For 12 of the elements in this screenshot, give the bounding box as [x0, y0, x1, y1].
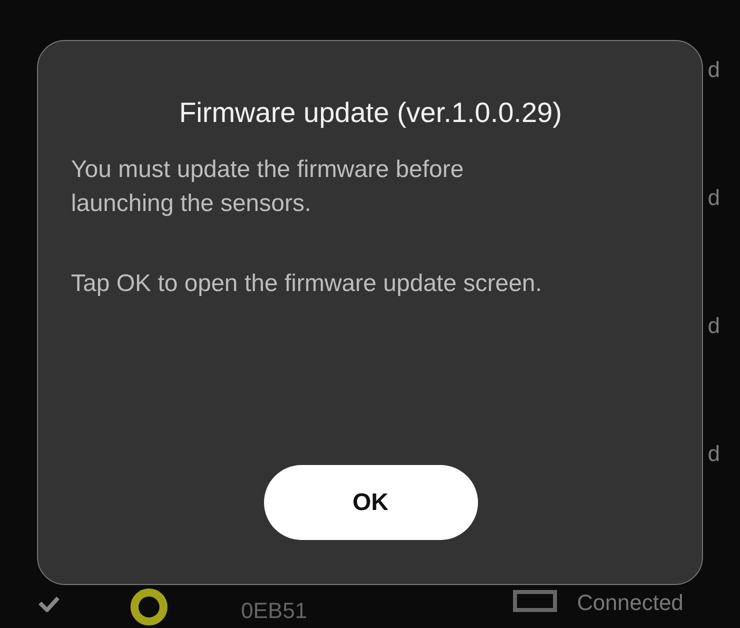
- status-text: Connected: [577, 590, 684, 616]
- status-text: d: [708, 313, 720, 339]
- status-text: d: [708, 57, 720, 83]
- status-text: d: [708, 185, 720, 211]
- dialog-title: Firmware update (ver.1.0.0.29): [178, 97, 563, 129]
- message-text: You must update the firmware before launching the sensors.: [71, 155, 465, 219]
- ring-icon: [130, 588, 168, 626]
- ok-button[interactable]: OK: [264, 465, 478, 540]
- device-icon: [513, 588, 557, 612]
- message-text: Tap OK to open the firmware update screen.: [71, 269, 543, 299]
- sensor-id: 0EB51: [241, 598, 308, 624]
- status-text: d: [708, 441, 720, 467]
